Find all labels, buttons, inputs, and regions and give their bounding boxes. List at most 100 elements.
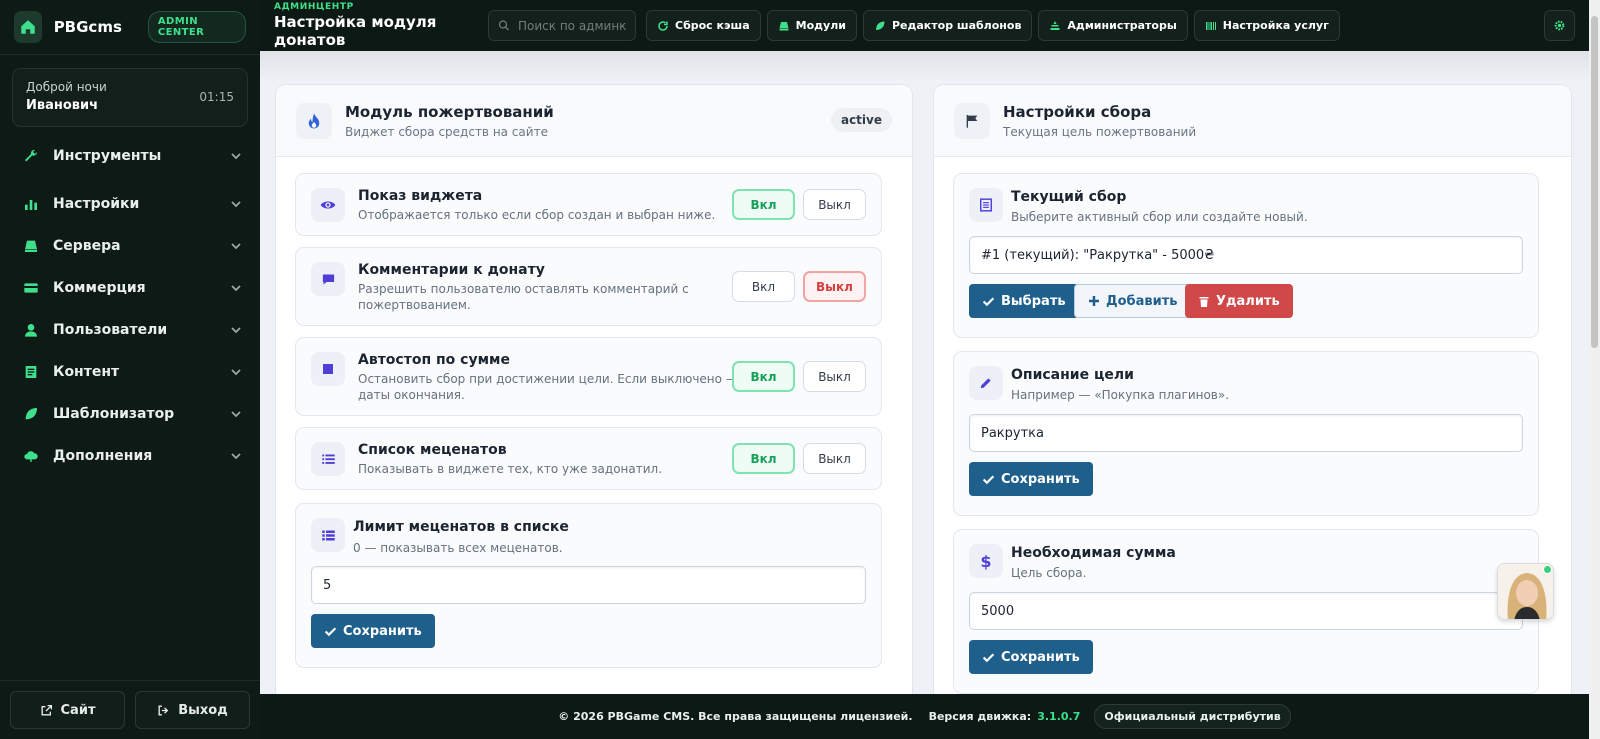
add-fundraiser-button[interactable]: Добавить <box>1074 284 1192 318</box>
sidebar-item-label: Настройки <box>53 196 140 212</box>
option-description: даты окончания. <box>358 388 465 402</box>
administrators-button[interactable]: Администраторы <box>1038 10 1188 41</box>
fire-icon <box>296 102 332 139</box>
option-title: Автостоп по сумме <box>358 352 510 368</box>
distributor-badge[interactable]: Официальный дистрибутив <box>1094 704 1291 729</box>
sidebar-item-label: Коммерция <box>53 280 146 296</box>
scrollbar-thumb[interactable] <box>1591 16 1598 348</box>
toggle-off-button[interactable]: Выкл <box>803 361 866 392</box>
sidebar: PBGcms ADMIN CENTER Доброй ночи Иванович… <box>0 0 260 739</box>
home-icon <box>21 20 35 34</box>
card-subtitle: Текущая цель пожертвований <box>1003 124 1197 139</box>
sidebar-nav: Инструменты Настройки Сервера Коммерция … <box>0 135 260 477</box>
flag-icon <box>954 102 990 139</box>
chevron-down-icon <box>231 453 241 460</box>
comments-toggle: Вкл Выкл <box>732 271 866 302</box>
option-description: пожертвованием. <box>358 298 471 312</box>
check-icon <box>982 296 995 306</box>
stop-icon <box>311 352 345 386</box>
brand-name: PBGcms <box>53 18 122 36</box>
required-amount-section: $ Необходимая сумма Цель сбора. 5000 Сох… <box>953 529 1539 694</box>
sidebar-item-templater[interactable]: Шаблонизатор <box>0 393 260 435</box>
patrons-list-toggle: Вкл Выкл <box>732 443 866 474</box>
toggle-on-button[interactable]: Вкл <box>732 443 795 474</box>
save-limit-button[interactable]: Сохранить <box>311 614 435 648</box>
sidebar-item-users[interactable]: Пользователи <box>0 309 260 351</box>
footer: © 2026 PBGame CMS. Все права защищены ли… <box>260 694 1589 739</box>
status-badge: active <box>830 108 892 132</box>
comment-icon <box>311 262 345 296</box>
logout-icon <box>158 704 169 716</box>
section-description: Выберите активный сбор или создайте новы… <box>1011 210 1308 224</box>
toggle-off-button[interactable]: Выкл <box>803 443 866 474</box>
home-button[interactable] <box>14 11 42 43</box>
current-fundraiser-section: Текущий сбор Выберите активный сбор или … <box>953 173 1539 338</box>
show-widget-toggle: Вкл Выкл <box>732 189 866 220</box>
eye-icon <box>311 188 345 222</box>
refresh-icon <box>658 20 668 31</box>
admin-icon <box>1050 20 1060 30</box>
toggle-off-button[interactable]: Выкл <box>803 189 866 220</box>
chevron-down-icon <box>231 369 241 376</box>
required-amount-input[interactable]: 5000 <box>969 592 1523 630</box>
goal-description-section: Описание цели Например — «Покупка плагин… <box>953 351 1539 516</box>
sidebar-item-label: Сервера <box>53 238 121 254</box>
card-subtitle: Виджет сбора средств на сайте <box>345 124 548 139</box>
search-icon <box>498 20 509 31</box>
donations-module-card: Модуль пожертвований Виджет сбора средст… <box>275 84 913 694</box>
select-fundraiser-button[interactable]: Выбрать <box>969 284 1079 318</box>
option-autostop: Автостоп по сумме Остановить сбор при до… <box>295 337 882 416</box>
option-description: Разрешить пользователю оставлять коммент… <box>358 282 689 296</box>
toggle-on-button[interactable]: Вкл <box>732 189 795 220</box>
online-status-dot <box>1543 565 1552 574</box>
modules-button[interactable]: Модули <box>766 10 857 41</box>
sidebar-item-tools[interactable]: Инструменты <box>0 135 260 177</box>
gear-icon <box>1554 20 1565 31</box>
sidebar-item-label: Инструменты <box>53 148 162 164</box>
option-description: Отображается только если сбор создан и в… <box>358 208 716 222</box>
sidebar-item-addons[interactable]: Дополнения <box>0 435 260 477</box>
version-label: Версия движка: <box>928 710 1032 723</box>
page-scrollbar[interactable] <box>1589 0 1600 739</box>
search-input[interactable] <box>518 18 626 33</box>
save-goal-button[interactable]: Сохранить <box>969 462 1093 496</box>
version-number: 3.1.0.7 <box>1037 710 1081 723</box>
section-title: Текущий сбор <box>1011 189 1127 205</box>
option-comments: Комментарии к донату Разрешить пользоват… <box>295 247 882 326</box>
settings-button[interactable] <box>1544 10 1575 41</box>
check-icon <box>982 652 995 662</box>
sidebar-item-settings[interactable]: Настройки <box>0 183 260 225</box>
chevron-down-icon <box>231 327 241 334</box>
service-settings-button[interactable]: Настройка услуг <box>1193 10 1340 41</box>
clear-cache-button[interactable]: Сброс кэша <box>646 10 761 41</box>
save-goal-label: Сохранить <box>1001 471 1080 487</box>
toggle-on-button[interactable]: Вкл <box>732 361 795 392</box>
logout-button[interactable]: Выход <box>135 691 250 729</box>
user-icon <box>22 321 40 339</box>
fundraiser-select[interactable]: #1 (текущий): "Ракрутка" - 5000₴ <box>969 236 1523 274</box>
administrators-label: Администраторы <box>1067 19 1177 32</box>
topbar: АДМИНЦЕНТР Настройка модуля донатов Сбро… <box>260 0 1589 51</box>
goal-description-input[interactable]: Ракрутка <box>969 414 1523 452</box>
toggle-on-button[interactable]: Вкл <box>732 271 795 302</box>
toggle-off-button[interactable]: Выкл <box>803 271 866 302</box>
sidebar-item-servers[interactable]: Сервера <box>0 225 260 267</box>
card-title: Модуль пожертвований <box>345 102 554 121</box>
delete-fundraiser-button[interactable]: Удалить <box>1185 284 1293 318</box>
sidebar-item-content[interactable]: Контент <box>0 351 260 393</box>
document-icon <box>22 363 40 381</box>
search-box[interactable] <box>488 10 636 41</box>
template-editor-label: Редактор шаблонов <box>891 19 1022 32</box>
section-title: Необходимая сумма <box>1011 545 1176 561</box>
save-amount-button[interactable]: Сохранить <box>969 640 1093 674</box>
template-editor-button[interactable]: Редактор шаблонов <box>862 10 1033 41</box>
plus-icon <box>1089 296 1099 306</box>
sidebar-item-commerce[interactable]: Коммерция <box>0 267 260 309</box>
card-icon <box>22 279 40 297</box>
delete-label: Удалить <box>1216 293 1280 309</box>
barcode-icon <box>1205 21 1216 30</box>
site-button[interactable]: Сайт <box>10 691 125 729</box>
external-link-icon <box>41 704 52 716</box>
option-description: Показывать в виджете тех, кто уже задона… <box>358 462 663 476</box>
patrons-limit-input[interactable]: 5 <box>311 566 866 604</box>
